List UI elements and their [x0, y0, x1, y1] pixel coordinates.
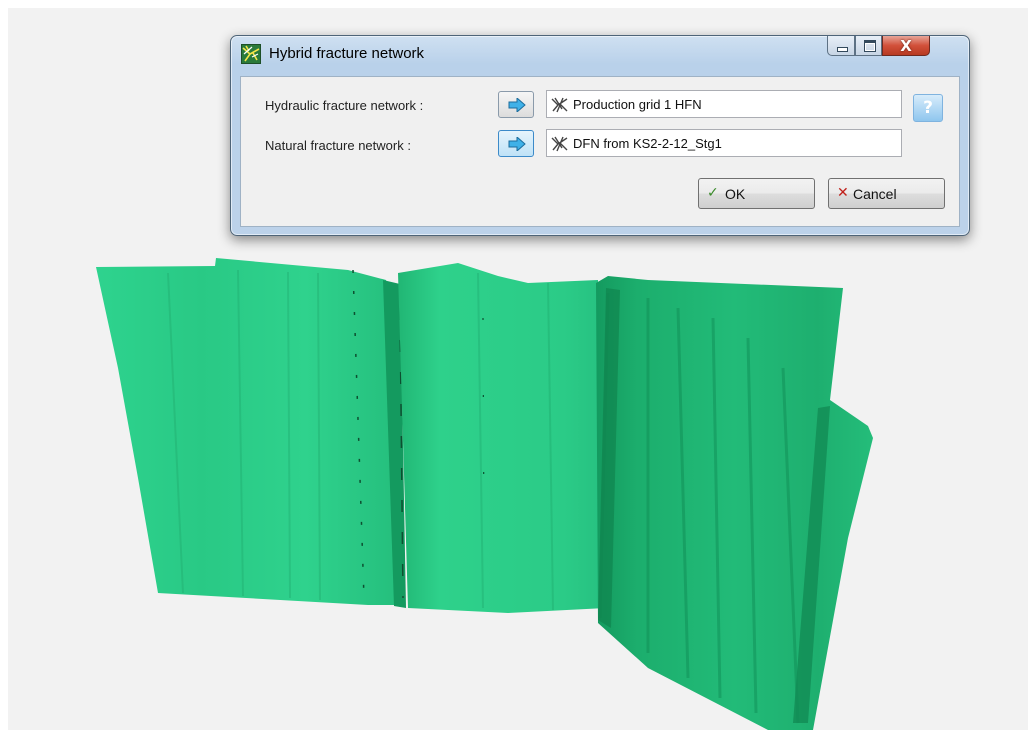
- maximize-button[interactable]: [855, 36, 882, 56]
- cancel-label: Cancel: [853, 186, 897, 202]
- hybrid-fracture-network-dialog: Hybrid fracture network X Hydraulic frac…: [230, 35, 970, 236]
- fracture-panel-middle: [398, 263, 606, 613]
- natural-drop-button[interactable]: [498, 130, 534, 157]
- fracture-network-icon: [551, 97, 568, 113]
- hydraulic-network-value: Production grid 1 HFN: [573, 97, 702, 112]
- hydraulic-drop-button[interactable]: [498, 91, 534, 118]
- hydraulic-network-field[interactable]: Production grid 1 HFN: [546, 90, 902, 118]
- hydraulic-network-label: Hydraulic fracture network :: [265, 98, 424, 113]
- minimize-icon: [837, 47, 848, 52]
- natural-network-field[interactable]: DFN from KS2-2-12_Stg1: [546, 129, 902, 157]
- arrow-right-icon: [508, 137, 526, 151]
- 3d-viewport[interactable]: Hybrid fracture network X Hydraulic frac…: [8, 8, 1028, 730]
- fracture-network-icon: [551, 136, 568, 152]
- fracture-panel-left: [96, 258, 396, 605]
- cancel-button[interactable]: ✕ Cancel: [828, 178, 945, 209]
- natural-network-value: DFN from KS2-2-12_Stg1: [573, 136, 722, 151]
- natural-network-label: Natural fracture network :: [265, 138, 411, 153]
- dialog-title: Hybrid fracture network: [269, 45, 425, 62]
- title-bar[interactable]: Hybrid fracture network X: [231, 36, 969, 68]
- app-icon: [241, 44, 261, 64]
- cancel-x-icon: ✕: [837, 185, 849, 201]
- ok-label: OK: [725, 186, 746, 202]
- maximize-icon: [864, 40, 876, 52]
- dialog-client-area: Hydraulic fracture network : Production …: [240, 76, 960, 227]
- ok-button[interactable]: ✓ OK: [698, 178, 815, 209]
- close-button[interactable]: X: [882, 36, 930, 56]
- minimize-button[interactable]: [827, 36, 855, 56]
- fracture-panel-right: [596, 276, 873, 730]
- help-button[interactable]: ?: [913, 94, 943, 122]
- arrow-right-icon: [508, 98, 526, 112]
- checkmark-icon: ✓: [707, 185, 719, 201]
- help-icon: ?: [923, 98, 933, 118]
- close-icon: X: [900, 37, 912, 55]
